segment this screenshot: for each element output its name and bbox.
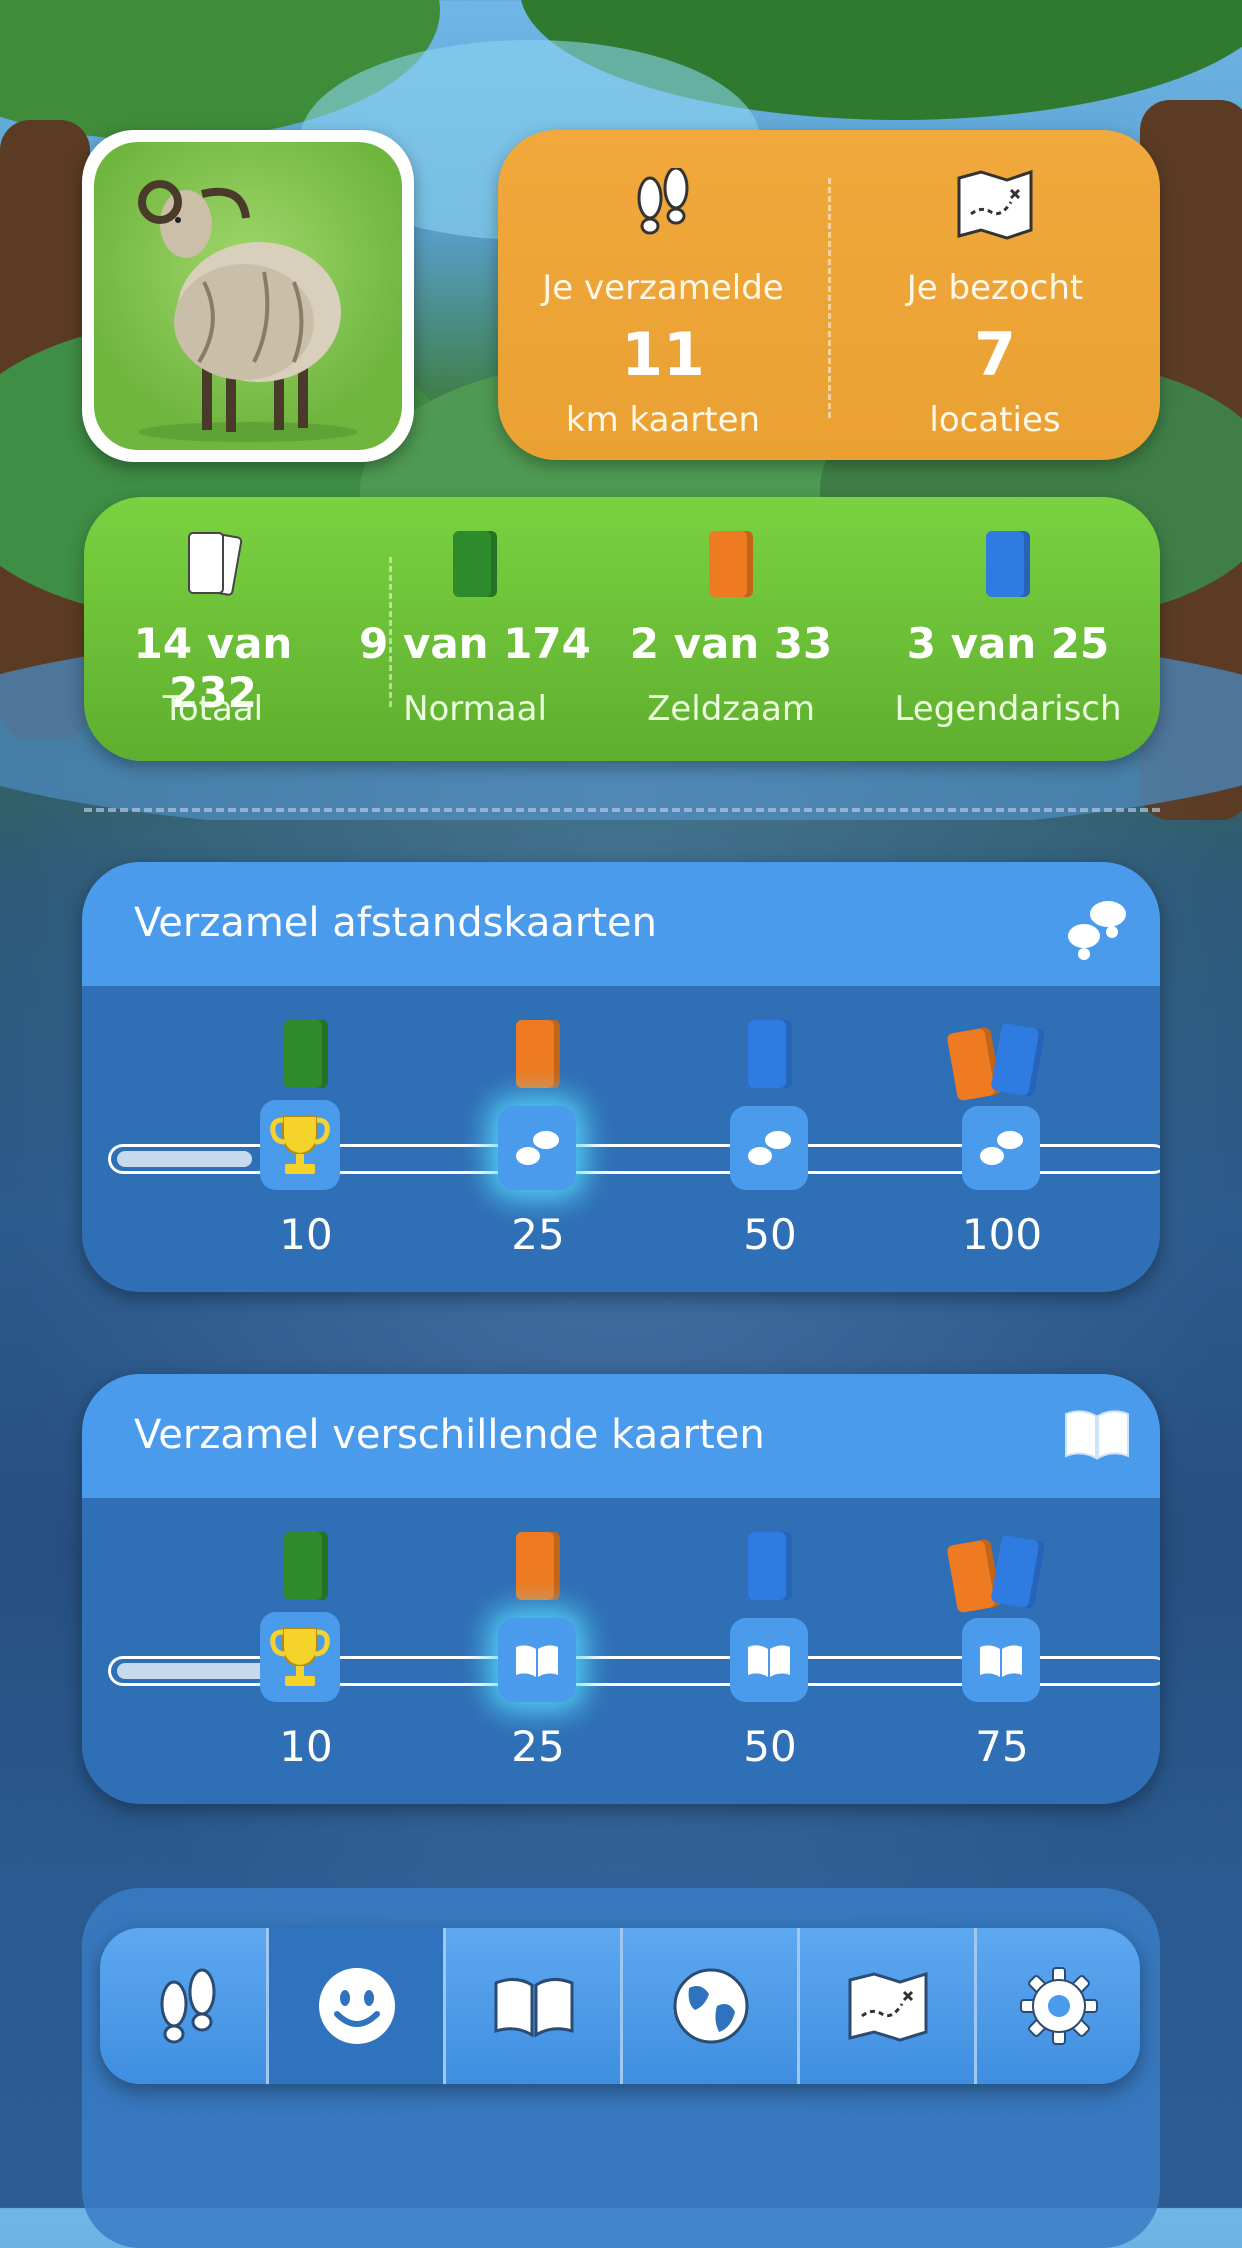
milestone-label: 25 (511, 1210, 565, 1259)
visited-locations-stat: Je bezocht 7 locaties (830, 130, 1160, 460)
collected-label: Je verzamelde (542, 268, 784, 308)
reward-rare-card (516, 1020, 560, 1088)
reward-rare-card (946, 1538, 1002, 1614)
milestone-label: 50 (743, 1722, 797, 1771)
milestone-locked[interactable] (730, 1106, 808, 1190)
footsteps-icon (637, 168, 689, 235)
milestone-trophy[interactable] (260, 1100, 340, 1190)
distance-cards-panel: Verzamel afstandskaarten 10 25 50 100 (82, 862, 1160, 1292)
collection-legendary-value: 3 van 25 (906, 619, 1110, 668)
reward-rare-card (946, 1026, 1002, 1102)
book-icon (494, 1978, 574, 2038)
journey-stats-card: Je verzamelde 11 km kaarten Je bezocht 7… (498, 130, 1160, 460)
footsteps-icon (160, 1968, 216, 2044)
normal-card-icon (453, 531, 497, 597)
footsteps-icon (748, 1131, 791, 1165)
treasure-map-icon (957, 169, 1033, 240)
footsteps-icon (980, 1131, 1023, 1165)
section-divider (84, 808, 1160, 812)
visited-label: Je bezocht (906, 268, 1084, 308)
collection-total-caption: Totaal (162, 689, 264, 729)
book-icon (748, 1645, 790, 1677)
world-tab[interactable] (623, 1928, 799, 2084)
milestone-active[interactable] (498, 1106, 576, 1190)
book-icon (516, 1645, 558, 1677)
settings-tab[interactable] (977, 1928, 1140, 2084)
milestone-active[interactable] (498, 1618, 576, 1702)
book-icon (1065, 1410, 1129, 1460)
milestone-label: 10 (279, 1210, 333, 1259)
walk-tab[interactable] (100, 1928, 276, 2084)
progress-fill (117, 1151, 252, 1167)
panel-title: Verzamel verschillende kaarten (134, 1412, 765, 1458)
milestone-trophy[interactable] (260, 1612, 340, 1702)
footsteps-icon (516, 1131, 559, 1165)
treasure-map-icon (848, 1971, 928, 2042)
milestone-locked[interactable] (730, 1618, 808, 1702)
collection-legendary-caption: Legendarisch (894, 689, 1122, 729)
milestone-label: 10 (279, 1722, 333, 1771)
book-icon (980, 1645, 1022, 1677)
collected-unit: km kaarten (565, 400, 761, 440)
collected-value: 11 (621, 320, 705, 390)
collection-normal: 9 van 174 Normaal (346, 497, 604, 761)
visited-value: 7 (974, 320, 1016, 390)
different-cards-panel: Verzamel verschillende kaarten 10 25 50 … (82, 1374, 1160, 1804)
cards-icon (188, 531, 243, 596)
milestone-label: 75 (975, 1722, 1029, 1771)
globe-icon (673, 1968, 749, 2044)
reward-normal-card (284, 1532, 328, 1600)
gear-icon (1019, 1967, 1098, 2045)
collection-tab[interactable] (446, 1928, 622, 2084)
sheep-avatar (94, 142, 402, 450)
bottom-navigation (100, 1928, 1140, 2084)
milestone-label: 100 (961, 1210, 1043, 1259)
collection-total: 14 van 232 Totaal (84, 497, 342, 761)
reward-legendary-card (990, 1022, 1046, 1098)
reward-legendary-card (990, 1534, 1046, 1610)
milestone-label: 25 (511, 1722, 565, 1771)
collection-rare-value: 2 van 33 (629, 619, 833, 668)
milestone-locked[interactable] (962, 1618, 1040, 1702)
footsteps-icon (1068, 901, 1126, 960)
panel-header: Verzamel afstandskaarten (82, 862, 1160, 986)
avatar-card[interactable] (82, 130, 414, 462)
rare-card-icon (709, 531, 753, 597)
collection-rare: 2 van 33 Zeldzaam (602, 497, 860, 761)
sheep-illustration (138, 180, 358, 442)
collected-distance-stat: Je verzamelde 11 km kaarten (498, 130, 828, 460)
reward-legendary-card (748, 1020, 792, 1088)
trophy-icon (270, 1115, 330, 1174)
panel-header: Verzamel verschillende kaarten (82, 1374, 1160, 1498)
collection-normal-caption: Normaal (403, 689, 547, 729)
reward-rare-card (516, 1532, 560, 1600)
legendary-card-icon (986, 531, 1030, 597)
profile-tab[interactable] (269, 1928, 445, 2084)
reward-legendary-card (748, 1532, 792, 1600)
smiley-icon (319, 1968, 395, 2044)
trophy-icon (270, 1627, 330, 1686)
reward-normal-card (284, 1020, 328, 1088)
visited-unit: locaties (929, 400, 1061, 440)
map-tab[interactable] (800, 1928, 976, 2084)
milestone-label: 50 (743, 1210, 797, 1259)
collection-legendary: 3 van 25 Legendarisch (858, 497, 1158, 761)
collection-summary-card: 14 van 232 Totaal 9 van 174 Normaal 2 va… (84, 497, 1160, 761)
panel-title: Verzamel afstandskaarten (134, 900, 658, 946)
collection-rare-caption: Zeldzaam (647, 689, 815, 729)
collection-normal-value: 9 van 174 (359, 619, 591, 668)
milestone-locked[interactable] (962, 1106, 1040, 1190)
